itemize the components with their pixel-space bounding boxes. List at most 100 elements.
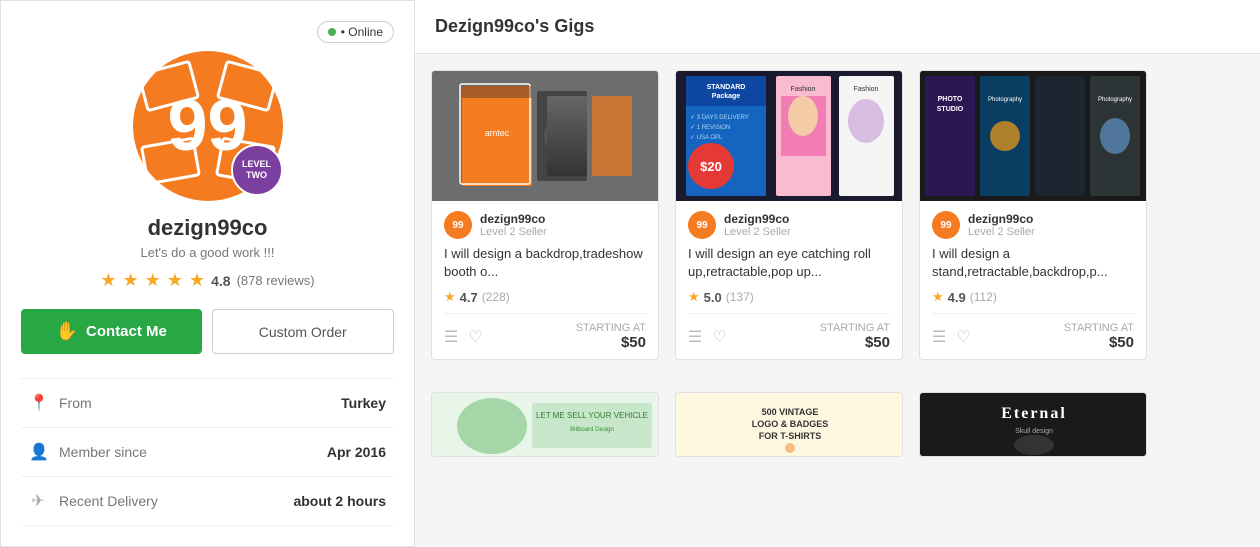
gig-thumb-svg-3: PHOTO STUDIO Photography Photography <box>920 71 1146 201</box>
gigs-title: Dezign99co's Gigs <box>435 16 594 36</box>
svg-text:✓ 1 REVISION: ✓ 1 REVISION <box>690 125 730 131</box>
gig-rating-1: ★ 4.7 (228) <box>444 289 646 305</box>
gig-price-3: $50 <box>1064 334 1134 351</box>
rating-row: ★ ★ ★ ★ ★ 4.8 (878 reviews) <box>100 270 314 291</box>
info-from-label: From <box>59 395 92 411</box>
gig-reviews-3: (112) <box>970 290 997 304</box>
gig-card-4[interactable]: LET ME SELL YOUR VEHICLE Billboard Desig… <box>431 392 659 457</box>
seller-info-1: dezign99co Level 2 Seller <box>480 212 547 238</box>
svg-text:PHOTO: PHOTO <box>938 96 963 103</box>
info-delivery-value: about 2 hours <box>293 493 386 509</box>
gig-body-2: 99 dezign99co Level 2 Seller I will desi… <box>676 201 902 359</box>
right-panel: Dezign99co's Gigs amtec <box>415 0 1260 547</box>
svg-text:LET ME SELL YOUR VEHICLE: LET ME SELL YOUR VEHICLE <box>536 411 648 420</box>
gig-footer-2: ☰ ♡ STARTING AT $50 <box>688 313 890 351</box>
gig-thumbnail-1: amtec <box>432 71 658 201</box>
price-badge-2: $20 <box>688 143 734 189</box>
info-list: 📍 From Turkey 👤 Member since Apr 2016 ✈ … <box>21 378 394 526</box>
user-icon: 👤 <box>29 442 47 462</box>
heart-icon-2[interactable]: ♡ <box>712 327 726 347</box>
gig-price-2: $50 <box>820 334 890 351</box>
seller-level-1: Level 2 Seller <box>480 226 547 238</box>
seller-level-3: Level 2 Seller <box>968 226 1035 238</box>
contact-me-label: Contact Me <box>86 323 167 340</box>
gig-thumbnail-6: Eternal Skull design <box>920 393 1146 457</box>
starting-at-label-2: STARTING AT <box>820 322 890 334</box>
gig-thumbnail-5: 500 VINTAGE LOGO & BADGES FOR T-SHIRTS <box>676 393 902 457</box>
gig-thumb-svg-5: 500 VINTAGE LOGO & BADGES FOR T-SHIRTS <box>676 393 902 457</box>
heart-icon-1[interactable]: ♡ <box>468 327 482 347</box>
online-dot <box>328 28 336 36</box>
star-2: ★ <box>123 270 139 291</box>
info-from-left: 📍 From <box>29 393 92 413</box>
gig-rating-2: ★ 5.0 (137) <box>688 289 890 305</box>
info-member-since: 👤 Member since Apr 2016 <box>21 428 394 477</box>
contact-me-button[interactable]: ✋ Contact Me <box>21 309 202 354</box>
hand-icon: ✋ <box>56 321 78 342</box>
gig-score-1: 4.7 <box>460 290 478 305</box>
seller-row-1: 99 dezign99co Level 2 Seller <box>444 211 646 239</box>
gigs-grid-bottom: LET ME SELL YOUR VEHICLE Billboard Desig… <box>415 392 1260 457</box>
info-from: 📍 From Turkey <box>21 379 394 428</box>
custom-order-button[interactable]: Custom Order <box>212 309 395 354</box>
gig-rating-3: ★ 4.9 (112) <box>932 289 1134 305</box>
svg-text:STUDIO: STUDIO <box>937 106 964 113</box>
avatar-container: 99 LEVEL TWO <box>133 51 283 201</box>
svg-text:Fashion: Fashion <box>791 86 816 93</box>
gig-thumbnail-3: PHOTO STUDIO Photography Photography <box>920 71 1146 201</box>
location-icon: 📍 <box>29 393 47 413</box>
gig-thumbnail-2: STANDARD Package ✓ 3 DAYS DELIVERY ✓ 1 R… <box>676 71 902 201</box>
paper-plane-icon: ✈ <box>29 491 47 511</box>
svg-text:Skull design: Skull design <box>1015 428 1053 435</box>
info-delivery-label: Recent Delivery <box>59 493 158 509</box>
seller-level-2: Level 2 Seller <box>724 226 791 238</box>
svg-text:✓ 3 DAYS DELIVERY: ✓ 3 DAYS DELIVERY <box>690 115 749 121</box>
svg-text:Package: Package <box>712 93 741 100</box>
list-icon-3[interactable]: ☰ <box>932 327 946 347</box>
gigs-header: Dezign99co's Gigs <box>415 0 1260 54</box>
gig-score-3: 4.9 <box>948 290 966 305</box>
gig-price-block-1: STARTING AT $50 <box>576 322 646 351</box>
avatar-number: 99 <box>167 90 247 162</box>
gig-footer-icons-2: ☰ ♡ <box>688 327 727 347</box>
info-recent-delivery: ✈ Recent Delivery about 2 hours <box>21 477 394 526</box>
gig-title-2: I will design an eye catching roll up,re… <box>688 245 890 281</box>
gig-card-6[interactable]: Eternal Skull design <box>919 392 1147 457</box>
seller-info-3: dezign99co Level 2 Seller <box>968 212 1035 238</box>
gig-card-5[interactable]: 500 VINTAGE LOGO & BADGES FOR T-SHIRTS <box>675 392 903 457</box>
svg-text:Eternal: Eternal <box>1001 405 1067 422</box>
username: dezign99co <box>148 215 268 241</box>
list-icon-1[interactable]: ☰ <box>444 327 458 347</box>
info-member-left: 👤 Member since <box>29 442 147 462</box>
svg-text:FOR T-SHIRTS: FOR T-SHIRTS <box>759 431 822 441</box>
gig-body-1: 99 dezign99co Level 2 Seller I will desi… <box>432 201 658 359</box>
gig-price-block-2: STARTING AT $50 <box>820 322 890 351</box>
seller-name-3: dezign99co <box>968 212 1035 226</box>
action-buttons: ✋ Contact Me Custom Order <box>21 309 394 354</box>
gig-footer-1: ☰ ♡ STARTING AT $50 <box>444 313 646 351</box>
list-icon-2[interactable]: ☰ <box>688 327 702 347</box>
gigs-grid-top: amtec 99 dezign99co Level 2 Seller I wil… <box>415 70 1260 376</box>
gig-reviews-2: (137) <box>726 290 754 304</box>
gig-card-3[interactable]: PHOTO STUDIO Photography Photography 99 … <box>919 70 1147 360</box>
svg-text:500 VINTAGE: 500 VINTAGE <box>762 407 819 417</box>
gig-body-3: 99 dezign99co Level 2 Seller I will desi… <box>920 201 1146 359</box>
star-1: ★ <box>100 270 116 291</box>
gig-title-1: I will design a backdrop,tradeshow booth… <box>444 245 646 281</box>
svg-text:Billboard Design: Billboard Design <box>570 427 614 433</box>
info-member-value: Apr 2016 <box>327 444 386 460</box>
gig-card-1[interactable]: amtec 99 dezign99co Level 2 Seller I wil… <box>431 70 659 360</box>
gig-card-2[interactable]: STANDARD Package ✓ 3 DAYS DELIVERY ✓ 1 R… <box>675 70 903 360</box>
heart-icon-3[interactable]: ♡ <box>956 327 970 347</box>
gig-thumbnail-4: LET ME SELL YOUR VEHICLE Billboard Desig… <box>432 393 658 457</box>
seller-row-3: 99 dezign99co Level 2 Seller <box>932 211 1134 239</box>
profile-panel: • Online 99 LEVEL TWO dezign99co Let's d… <box>0 0 415 547</box>
gig-star-1: ★ <box>444 289 456 305</box>
info-delivery-left: ✈ Recent Delivery <box>29 491 158 511</box>
gig-footer-icons-3: ☰ ♡ <box>932 327 971 347</box>
svg-text:Photography: Photography <box>1098 97 1132 103</box>
svg-text:STANDARD: STANDARD <box>707 84 746 91</box>
gig-thumb-svg-1: amtec <box>432 71 658 201</box>
svg-text:Fashion: Fashion <box>854 86 879 93</box>
custom-order-label: Custom Order <box>259 324 347 340</box>
